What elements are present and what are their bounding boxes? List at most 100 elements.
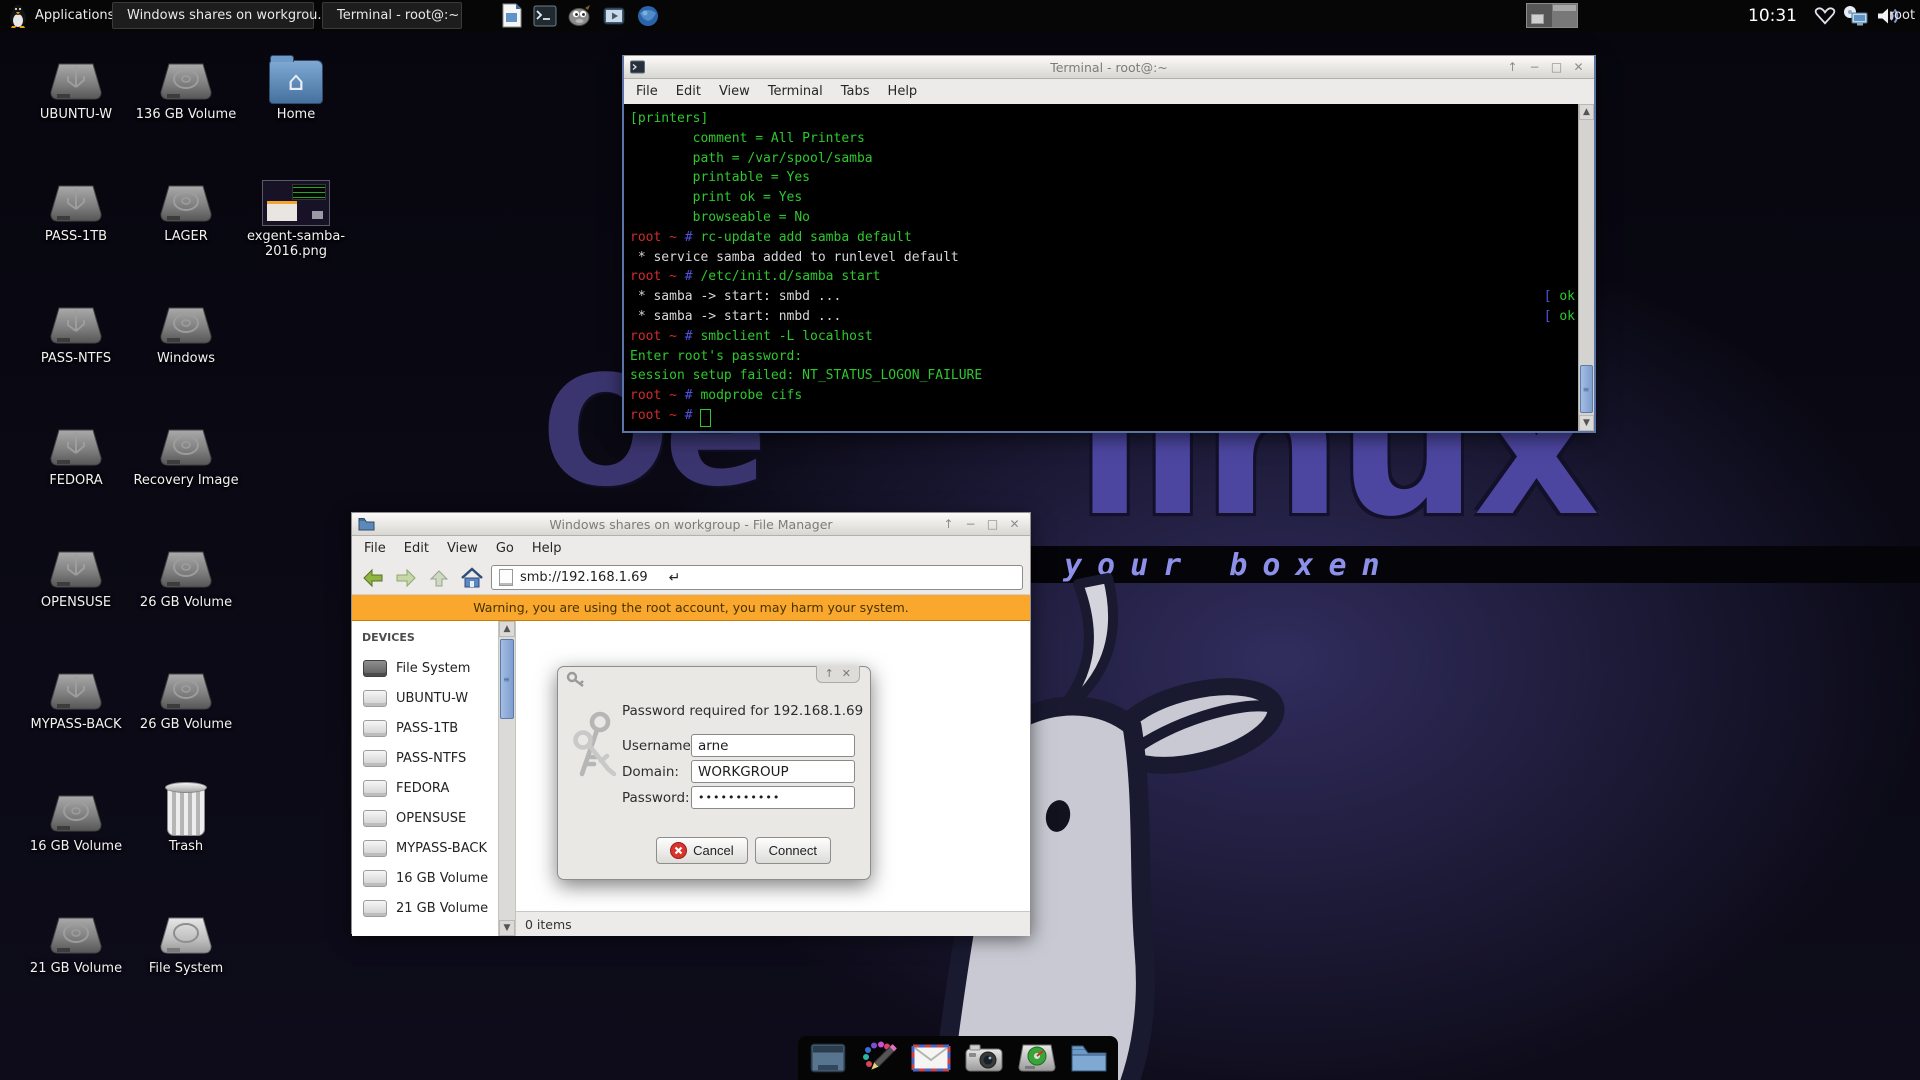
document-icon[interactable] [501,3,523,28]
up-button[interactable] [425,565,453,591]
close-button[interactable]: ✕ [1008,514,1021,534]
menu-item-file[interactable]: File [355,541,395,556]
pager-window-rect [1531,14,1544,24]
terminal-icon[interactable] [533,4,557,28]
drive-icon [363,809,387,827]
minimize-button[interactable]: − [964,514,977,534]
forward-button[interactable] [392,565,420,591]
scroll-up-button[interactable]: ▲ [499,621,515,637]
desktop-icon-136-gb-volume[interactable]: 136 GB Volume [132,46,240,122]
shade-button[interactable]: ↑ [942,514,955,534]
draw-icon[interactable] [860,1041,898,1075]
sidebar-item-pass-ntfs[interactable]: PASS-NTFS [352,743,498,773]
desktop-icon-label: PASS-1TB [44,229,108,244]
close-button[interactable]: ✕ [842,667,851,680]
desktop-icon-file-system[interactable]: File System [132,900,240,976]
desktop-icon-pass-1tb[interactable]: PASS-1TB [22,168,130,244]
desktop-icon-16-gb-volume[interactable]: 16 GB Volume [22,778,130,854]
menu-item-help[interactable]: Help [523,541,571,556]
sidebar-item-ubuntu-w[interactable]: UBUNTU-W [352,683,498,713]
window-title: Windows shares on workgroup - File Manag… [549,516,833,532]
sidebar-item-21-gb-volume[interactable]: 21 GB Volume [352,893,498,923]
scrollbar-thumb[interactable]: ≡ [500,639,514,719]
heart-outline-icon[interactable] [1813,6,1837,26]
close-button[interactable]: ✕ [1572,57,1585,77]
password-field[interactable]: ••••••••••• [691,786,855,809]
username-field[interactable]: arne [691,734,855,757]
sidebar-item-file-system[interactable]: File System [352,653,498,683]
hard-drive-icon [160,63,212,100]
workspace-1[interactable] [1527,4,1552,27]
applications-menu-button[interactable]: Applications [8,0,114,31]
menu-item-go[interactable]: Go [487,541,523,556]
maximize-button[interactable]: □ [986,514,999,534]
sidebar-devices: DEVICES File System UBUNTU-W PASS-1TB PASS-… [352,621,498,936]
desktop-icon-label: 16 GB Volume [29,839,123,854]
media-player-icon[interactable] [602,4,626,28]
desktop-icon-label: 26 GB Volume [139,717,233,732]
maximize-button[interactable]: □ [1550,57,1563,77]
camera-icon[interactable] [964,1042,1004,1074]
terminal-icon[interactable] [809,1041,847,1075]
desktop-icon-26-gb-volume[interactable]: 26 GB Volume [132,534,240,610]
taskbar-button-terminal[interactable]: Terminal - root@:~ [322,2,462,29]
desktop-icon-26-gb-volume[interactable]: 26 GB Volume [132,656,240,732]
sidebar-item-opensuse[interactable]: OPENSUSE [352,803,498,833]
device-label: PASS-NTFS [396,750,467,766]
desktop-icon-pass-ntfs[interactable]: PASS-NTFS [22,290,130,366]
desktop-icon-exgent-samba-2016-png[interactable]: exgent-samba-2016.png [242,168,350,259]
desktop-icon-windows[interactable]: Windows [132,290,240,366]
root-warning-bar: Warning, you are using the root account,… [352,595,1030,621]
panel-launchers [501,0,660,31]
workspace-2[interactable] [1552,4,1577,27]
desktop-icon-21-gb-volume[interactable]: 21 GB Volume [22,900,130,976]
file-manager-titlebar[interactable]: Windows shares on workgroup - File Manag… [352,513,1030,536]
clock[interactable]: 10:31 [1748,0,1797,31]
connect-button[interactable]: Connect [754,837,831,864]
desktop-icon-home[interactable]: ⌂ Home [242,46,350,122]
menu-item-edit[interactable]: Edit [395,541,438,556]
desktop-icon-label: LAGER [164,229,208,244]
sidebar-item-fedora[interactable]: FEDORA [352,773,498,803]
scroll-down-button[interactable]: ▼ [499,920,515,936]
sidebar-scrollbar[interactable]: ▲ ≡ ▼ [498,621,516,936]
shade-button[interactable]: ↑ [825,667,834,680]
desktop-icon-fedora[interactable]: FEDORA [22,412,130,488]
menu-item-view[interactable]: View [438,541,487,556]
shade-button[interactable]: ↑ [1506,57,1519,77]
domain-field[interactable]: WORKGROUP [691,760,855,783]
mail-icon[interactable] [911,1042,951,1074]
sidebar-item-16-gb-volume[interactable]: 16 GB Volume [352,863,498,893]
home-button[interactable] [458,565,486,591]
sidebar-item-mypass-back[interactable]: MYPASS-BACK [352,833,498,863]
desktop-icon-mypass-back[interactable]: MYPASS-BACK [22,656,130,732]
usb-drive-icon [50,429,102,466]
sidebar-item-pass-1tb[interactable]: PASS-1TB [352,713,498,743]
back-button[interactable] [359,565,387,591]
cancel-button[interactable]: Cancel [656,837,748,864]
browser-icon[interactable] [636,4,660,28]
desktop-icon-recovery-image[interactable]: Recovery Image [132,412,240,488]
network-icon[interactable] [1843,5,1870,27]
usb-drive-icon [50,185,102,222]
desktop-icon-label: exgent-samba-2016.png [246,229,346,259]
desktop-icon-trash[interactable]: Trash [132,778,240,854]
desktop-icon-label: Home [276,107,316,122]
gimp-icon[interactable] [567,4,592,28]
taskbar-button-file-manager[interactable]: Windows shares on workgrou... [112,2,330,29]
workspace-pager[interactable] [1526,3,1578,28]
desktop-icon-lager[interactable]: LAGER [132,168,240,244]
disk-utility-icon[interactable] [1017,1042,1057,1074]
hard-drive-icon [160,185,212,222]
hard-drive-icon [160,307,212,344]
file-manager-icon[interactable] [1070,1042,1108,1074]
desktop-icon-ubuntu-w[interactable]: UBUNTU-W [22,46,130,122]
desktop-icon-label: 136 GB Volume [135,107,237,122]
hard-drive-icon [160,673,212,710]
desktop-icon-label: Recovery Image [133,473,239,488]
minimize-button[interactable]: − [1528,57,1541,77]
hard-drive-icon [50,795,102,832]
device-label: FEDORA [396,780,450,796]
desktop-icon-opensuse[interactable]: OPENSUSE [22,534,130,610]
path-entry[interactable]: smb://192.168.1.69 ↵ [491,565,1023,590]
